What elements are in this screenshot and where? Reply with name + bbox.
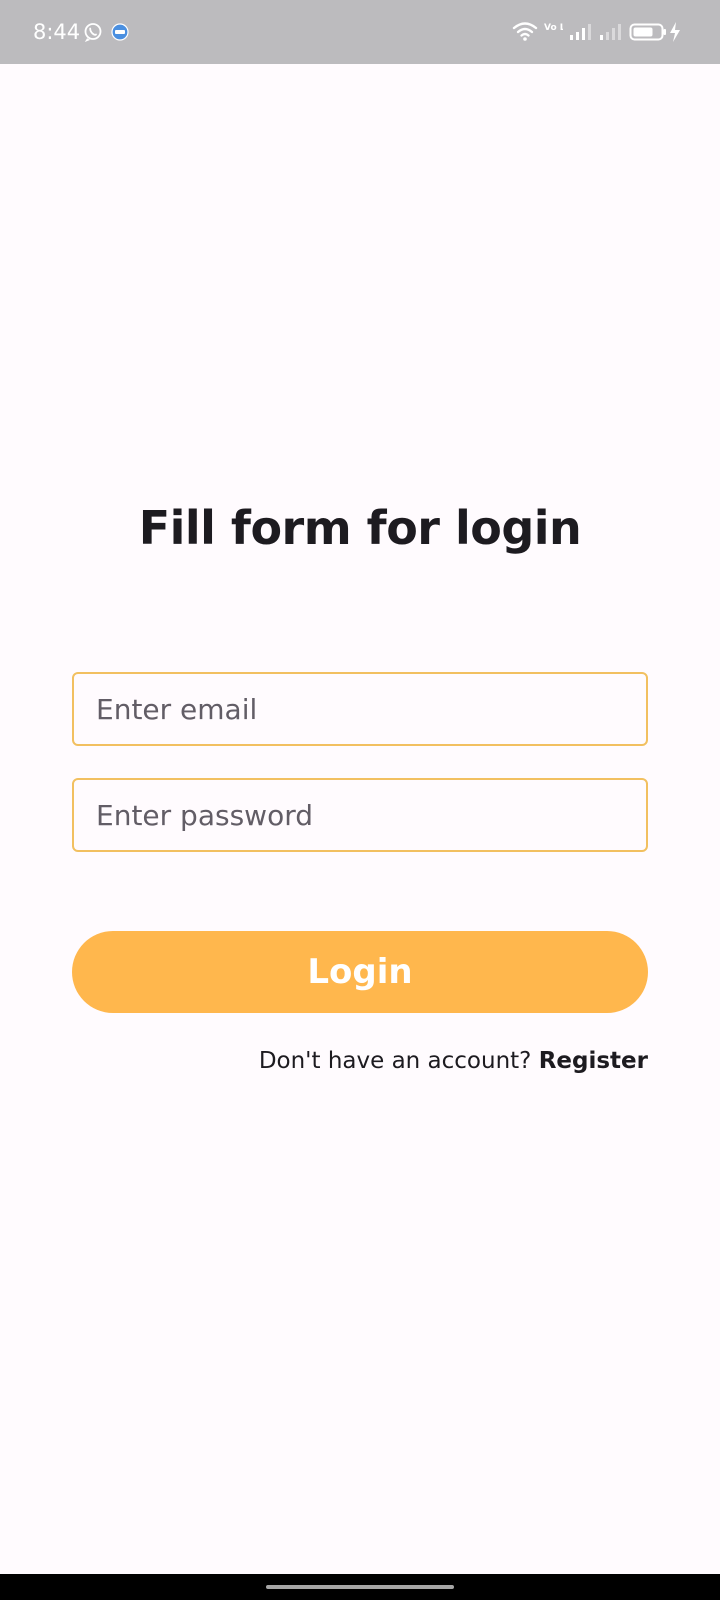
navigation-bar [0, 1574, 720, 1600]
wifi-icon [512, 22, 538, 41]
home-indicator[interactable] [266, 1585, 454, 1589]
register-link[interactable]: Register [539, 1048, 648, 1074]
password-field[interactable] [72, 778, 648, 852]
volte-icon: Vo LTE [544, 23, 563, 33]
status-bar: 8:44 Vo LTE [0, 0, 720, 64]
email-field[interactable] [72, 672, 648, 746]
register-row: Don't have an account? Register [259, 1046, 648, 1076]
battery-icon [629, 23, 666, 41]
register-prompt: Don't have an account? [258, 1048, 532, 1074]
status-time: 8:44 [33, 20, 81, 44]
page-title: Fill form for login [138, 501, 582, 555]
svg-text:Vo LTE: Vo LTE [544, 23, 563, 33]
signal-icon [570, 24, 591, 40]
whatsapp-icon [84, 23, 102, 42]
messages-icon [111, 23, 129, 41]
charging-icon [670, 22, 680, 42]
login-button[interactable]: Login [72, 931, 648, 1013]
signal-icon [600, 24, 621, 40]
